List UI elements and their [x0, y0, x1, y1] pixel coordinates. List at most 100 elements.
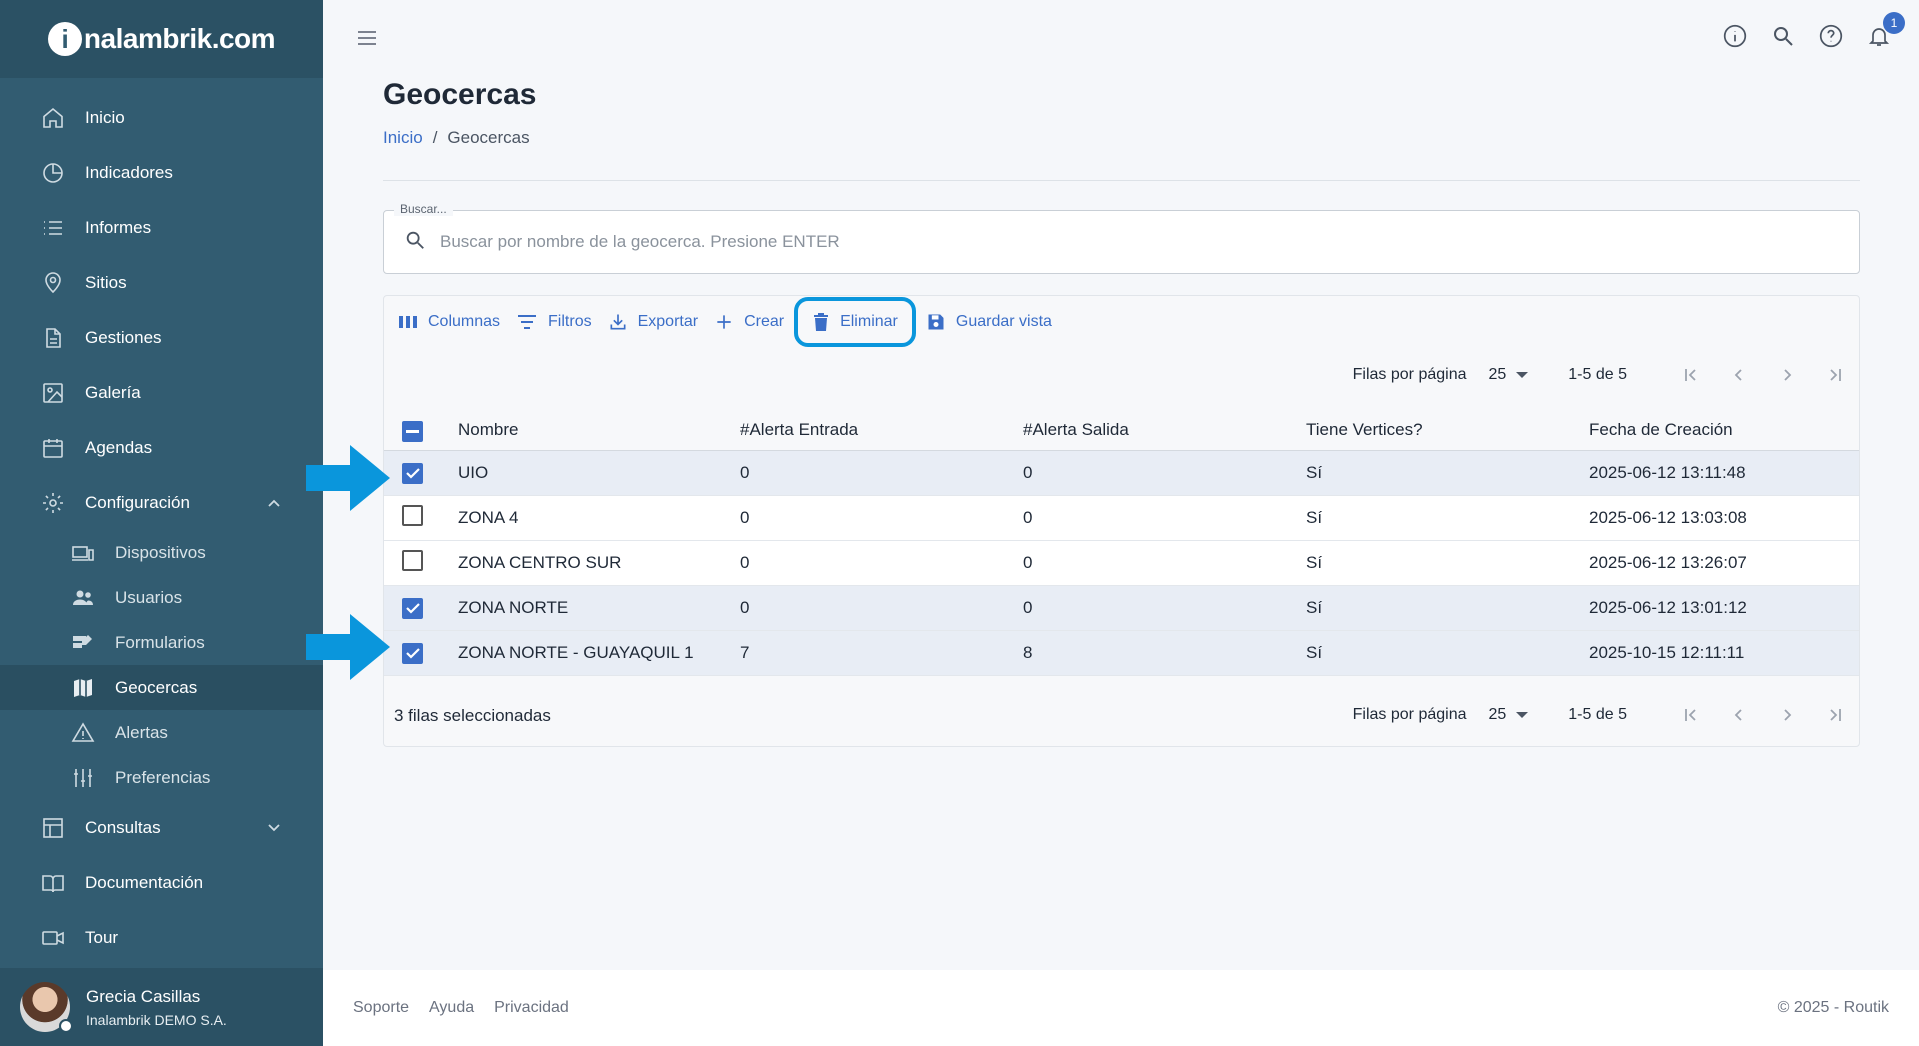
logo-mark: i	[47, 22, 82, 56]
warning-icon	[70, 720, 96, 746]
sidebar-item-galeria[interactable]: Galería	[0, 365, 323, 420]
sidebar-item-preferencias[interactable]: Preferencias	[0, 755, 323, 800]
trash-icon	[812, 312, 830, 332]
sidebar-item-dispositivos[interactable]: Dispositivos	[0, 530, 323, 575]
column-header-fecha-creacion[interactable]: Fecha de Creación	[1589, 420, 1733, 440]
search-icon[interactable]	[1769, 22, 1797, 50]
sidebar-item-sitios[interactable]: Sitios	[0, 255, 323, 310]
row-checkbox[interactable]	[402, 462, 423, 484]
sidebar-item-geocercas[interactable]: Geocercas	[0, 665, 323, 710]
search-input[interactable]	[440, 232, 1840, 252]
sidebar: i nalambrik.com Inicio Indicadores Infor…	[0, 0, 323, 1046]
grid-toolbar: Columnas Filtros Exportar Crear Eliminar…	[390, 296, 1060, 348]
sidebar-item-label: Galería	[85, 382, 141, 402]
sidebar-item-inicio[interactable]: Inicio	[0, 90, 323, 145]
save-view-label: Guardar vista	[955, 313, 1052, 330]
sidebar-item-label: Gestiones	[85, 327, 162, 347]
plus-icon	[714, 312, 734, 332]
cell-alerta-entrada: 0	[740, 598, 750, 617]
sidebar-item-usuarios[interactable]: Usuarios	[0, 575, 323, 620]
cell-alerta-entrada: 0	[740, 463, 750, 482]
table-row[interactable]: ZONA 4 0 0 Sí 2025-06-12 13:03:08	[384, 496, 1859, 541]
table-row[interactable]: ZONA CENTRO SUR 0 0 Sí 2025-06-12 13:26:…	[384, 541, 1859, 586]
row-checkbox[interactable]	[402, 642, 423, 664]
rows-per-page-select[interactable]: 25	[1488, 366, 1529, 384]
filters-button[interactable]: Filtros	[508, 302, 600, 342]
book-icon	[40, 870, 66, 896]
rows-per-page-label: Filas por página	[1352, 706, 1467, 723]
column-header-alerta-entrada[interactable]: #Alerta Entrada	[740, 420, 858, 440]
user-profile[interactable]: Grecia Casillas Inalambrik DEMO S.A.	[0, 968, 323, 1046]
calendar-icon	[40, 435, 66, 461]
create-button[interactable]: Crear	[706, 302, 792, 342]
column-header-alerta-salida[interactable]: #Alerta Salida	[1023, 420, 1129, 440]
table-row[interactable]: ZONA NORTE 0 0 Sí 2025-06-12 13:01:12	[384, 586, 1859, 631]
row-checkbox[interactable]	[402, 597, 423, 619]
sidebar-item-consultas[interactable]: Consultas	[0, 800, 323, 855]
pagination-bottom: Filas por página 25 1-5 de 5	[1353, 695, 1859, 735]
caret-down-icon	[1516, 372, 1529, 378]
last-page-icon[interactable]	[1811, 355, 1859, 395]
notifications-bell-icon[interactable]: 1	[1865, 12, 1905, 50]
footer-link-soporte[interactable]: Soporte	[353, 999, 409, 1017]
footer: Soporte Ayuda Privacidad © 2025 - Routik	[323, 970, 1919, 1046]
table-header: Nombre #Alerta Entrada #Alerta Salida Ti…	[384, 410, 1859, 451]
columns-label: Columnas	[428, 313, 501, 330]
next-page-icon[interactable]	[1763, 695, 1811, 735]
menu-toggle-icon[interactable]	[355, 26, 379, 50]
info-icon[interactable]	[1721, 22, 1749, 50]
select-all-checkbox[interactable]	[402, 418, 423, 442]
notification-badge: 1	[1883, 12, 1905, 34]
sidebar-item-informes[interactable]: Informes	[0, 200, 323, 255]
document-icon	[40, 325, 66, 351]
page-title: Geocercas	[383, 78, 537, 111]
breadcrumb-current: Geocercas	[447, 128, 530, 147]
sidebar-item-indicadores[interactable]: Indicadores	[0, 145, 323, 200]
table-icon	[40, 815, 66, 841]
sidebar-item-alertas[interactable]: Alertas	[0, 710, 323, 755]
next-page-icon[interactable]	[1763, 355, 1811, 395]
sidebar-item-documentacion[interactable]: Documentación	[0, 855, 323, 910]
delete-button[interactable]: Eliminar	[794, 297, 916, 347]
save-view-button[interactable]: Guardar vista	[918, 302, 1060, 342]
annotation-arrow-icon	[306, 614, 390, 680]
column-header-nombre[interactable]: Nombre	[458, 420, 518, 440]
annotation-arrow-icon	[306, 445, 390, 511]
prev-page-icon[interactable]	[1715, 695, 1763, 735]
columns-button[interactable]: Columnas	[390, 302, 508, 342]
column-header-tiene-vertices[interactable]: Tiene Vertices?	[1306, 420, 1423, 440]
sidebar-item-label: Dispositivos	[115, 542, 206, 562]
download-icon	[608, 312, 628, 332]
divider	[383, 180, 1860, 181]
first-page-icon[interactable]	[1667, 355, 1715, 395]
row-checkbox[interactable]	[402, 550, 423, 576]
export-button[interactable]: Exportar	[600, 302, 706, 342]
row-checkbox[interactable]	[402, 505, 423, 531]
sidebar-item-gestiones[interactable]: Gestiones	[0, 310, 323, 365]
table-row[interactable]: UIO 0 0 Sí 2025-06-12 13:11:48	[384, 451, 1859, 496]
first-page-icon[interactable]	[1667, 695, 1715, 735]
sidebar-item-label: Documentación	[85, 872, 204, 892]
sidebar-item-formularios[interactable]: Formularios	[0, 620, 323, 665]
last-page-icon[interactable]	[1811, 695, 1859, 735]
search-label: Buscar...	[394, 202, 453, 216]
sidebar-item-label: Consultas	[85, 817, 161, 837]
help-icon[interactable]	[1817, 22, 1845, 50]
footer-link-ayuda[interactable]: Ayuda	[429, 999, 474, 1017]
video-icon	[40, 925, 66, 951]
sidebar-item-label: Sitios	[85, 272, 127, 292]
footer-link-privacidad[interactable]: Privacidad	[494, 999, 569, 1017]
sidebar-item-tour[interactable]: Tour	[0, 910, 323, 965]
prev-page-icon[interactable]	[1715, 355, 1763, 395]
search-field[interactable]: Buscar...	[383, 202, 1860, 274]
table-row[interactable]: ZONA NORTE - GUAYAQUIL 1 7 8 Sí 2025-10-…	[384, 631, 1859, 676]
cell-alerta-entrada: 0	[740, 508, 750, 527]
user-org: Inalambrik DEMO S.A.	[86, 1011, 227, 1028]
cell-nombre: ZONA 4	[458, 508, 519, 527]
rows-per-page-select[interactable]: 25	[1488, 706, 1529, 724]
sidebar-item-configuracion[interactable]: Configuración	[0, 475, 323, 530]
location-pin-icon	[40, 270, 66, 296]
brand-logo[interactable]: i nalambrik.com	[0, 0, 323, 78]
breadcrumb-home-link[interactable]: Inicio	[383, 128, 423, 148]
sidebar-item-agendas[interactable]: Agendas	[0, 420, 323, 475]
